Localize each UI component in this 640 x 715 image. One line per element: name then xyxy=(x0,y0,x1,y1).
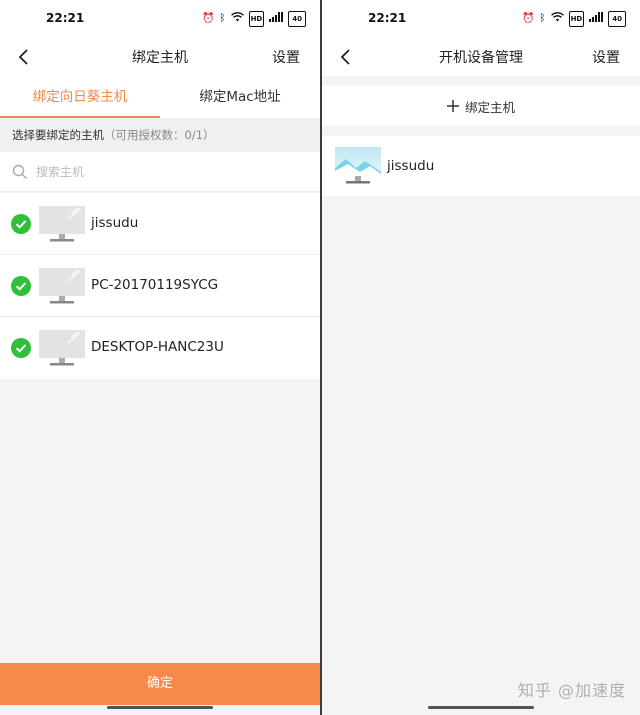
device-name: jissudu xyxy=(387,158,435,174)
bind-host-label: 绑定主机 xyxy=(464,99,515,115)
status-time: 22:21 xyxy=(368,11,407,25)
confirm-button[interactable]: 确定 xyxy=(0,663,320,705)
status-bar: 22:21 ⏰ ᛒ HD 40 xyxy=(322,0,640,38)
settings-button[interactable]: 设置 xyxy=(592,47,620,67)
nav-bar: 开机设备管理 设置 xyxy=(322,38,640,76)
check-icon[interactable] xyxy=(11,214,31,234)
monitor-icon xyxy=(39,330,85,366)
status-icons: ⏰ ᛒ HD 40 xyxy=(522,11,626,27)
bluetooth-icon: ᛒ xyxy=(219,13,226,24)
alarm-icon: ⏰ xyxy=(522,13,535,24)
host-name: jissudu xyxy=(91,215,139,231)
home-indicator[interactable] xyxy=(107,706,213,709)
status-time: 22:21 xyxy=(46,11,85,25)
tab-bind-mac-address[interactable]: 绑定Mac地址 xyxy=(160,76,320,118)
bind-host-screen: 22:21 ⏰ ᛒ HD 40 绑定主机 设置 绑定向日葵主机 绑定Mac地址 … xyxy=(0,0,320,715)
tab-bind-sunlogin-host[interactable]: 绑定向日葵主机 xyxy=(0,76,160,118)
status-icons: ⏰ ᛒ HD 40 xyxy=(202,11,306,27)
host-row[interactable]: jissudu xyxy=(0,193,320,255)
battery-icon: 40 xyxy=(288,11,306,27)
search-bar xyxy=(0,152,320,192)
check-icon[interactable] xyxy=(11,276,31,296)
signal-icon xyxy=(269,11,284,27)
home-indicator[interactable] xyxy=(428,706,534,709)
plus-icon xyxy=(446,100,459,112)
host-name: PC-20170119SYCG xyxy=(91,277,219,293)
hd-icon: HD xyxy=(248,11,265,27)
select-hint: 选择要绑定的主机（可用授权数：0/1） xyxy=(0,118,320,152)
host-name: DESKTOP-HANC23U xyxy=(91,339,224,355)
check-icon[interactable] xyxy=(11,338,31,358)
hd-icon: HD xyxy=(568,11,585,27)
host-list: jissudu PC-20170119SYCG DESKTOP-HANC23U xyxy=(0,193,320,379)
bind-host-button[interactable]: 绑定主机 xyxy=(322,86,640,126)
select-hint-text: 选择要绑定的主机 xyxy=(12,128,104,142)
alarm-icon: ⏰ xyxy=(202,13,215,24)
host-row[interactable]: DESKTOP-HANC23U xyxy=(0,317,320,379)
monitor-icon xyxy=(39,268,85,304)
status-bar: 22:21 ⏰ ᛒ HD 40 xyxy=(0,0,320,38)
settings-button[interactable]: 设置 xyxy=(272,47,300,67)
nav-bar: 绑定主机 设置 xyxy=(0,38,320,76)
bluetooth-icon: ᛒ xyxy=(539,13,546,24)
watermark: 知乎 @加速度 xyxy=(517,681,626,700)
boot-device-management-screen: 22:21 ⏰ ᛒ HD 40 开机设备管理 设置 绑定主机 jissudu 知… xyxy=(322,0,640,715)
license-count: （可用授权数：0/1） xyxy=(104,128,215,142)
host-row[interactable]: PC-20170119SYCG xyxy=(0,255,320,317)
wifi-icon xyxy=(230,11,244,27)
monitor-icon xyxy=(39,206,85,242)
bind-tabs: 绑定向日葵主机 绑定Mac地址 xyxy=(0,76,320,118)
device-row[interactable]: jissudu xyxy=(322,136,640,196)
signal-icon xyxy=(589,11,604,27)
search-input[interactable] xyxy=(36,158,296,186)
search-icon xyxy=(12,164,27,179)
battery-icon: 40 xyxy=(608,11,626,27)
monitor-icon xyxy=(335,147,381,184)
wifi-icon xyxy=(550,11,564,27)
